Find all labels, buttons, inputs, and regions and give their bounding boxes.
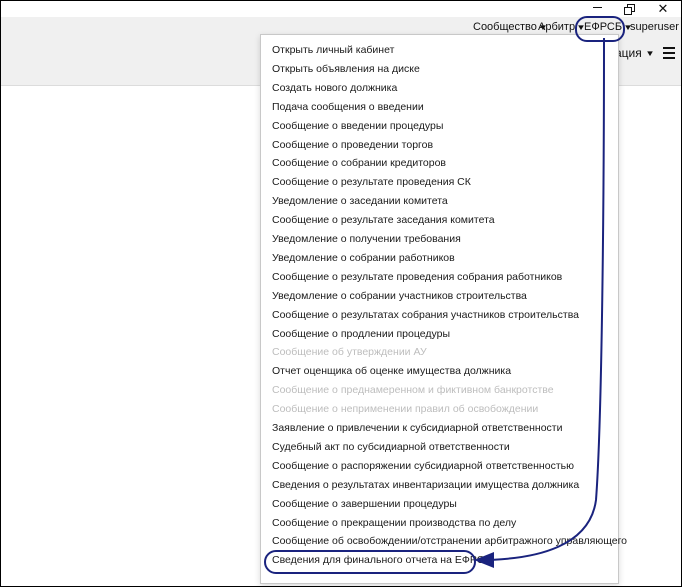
secondary-dropdown-button[interactable]: ация ▼ bbox=[615, 41, 654, 65]
nav-arbiter-dropdown[interactable]: Арбитр ▼ bbox=[538, 21, 586, 33]
hamburger-menu-icon[interactable] bbox=[663, 47, 675, 59]
menu-item[interactable]: Сообщение о результате заседания комитет… bbox=[272, 211, 495, 229]
menu-item[interactable]: Сообщение о собрании кредиторов bbox=[272, 154, 446, 172]
menu-item: Сообщение о преднамеренном и фиктивном б… bbox=[272, 384, 554, 397]
menu-item[interactable]: Сведения для финального отчета на ЕФРСБ bbox=[272, 551, 491, 569]
menu-item[interactable]: Создать нового должника bbox=[272, 79, 397, 97]
close-button[interactable]: ✕ bbox=[649, 1, 677, 17]
menu-item[interactable]: Сообщение об освобождении/отстранении ар… bbox=[272, 532, 627, 550]
menu-item[interactable]: Заявление о привлечении к субсидиарной о… bbox=[272, 419, 562, 437]
minimize-button[interactable] bbox=[583, 1, 611, 17]
minimize-icon bbox=[592, 6, 602, 8]
close-icon: ✕ bbox=[657, 1, 669, 16]
menu-item[interactable]: Сообщение о введении процедуры bbox=[272, 117, 443, 135]
menu-item[interactable]: Уведомление о собрании работников bbox=[272, 249, 455, 267]
nav-efrsb-dropdown[interactable]: ЕФРСБ ▼ bbox=[584, 21, 633, 33]
nav-community-dropdown[interactable]: Сообщество ▼ bbox=[473, 21, 548, 33]
restore-button[interactable] bbox=[615, 1, 643, 17]
menu-item[interactable]: Сообщение о завершении процедуры bbox=[272, 495, 457, 513]
menu-item[interactable]: Уведомление о собрании участников строит… bbox=[272, 287, 527, 305]
menu-item[interactable]: Сообщение о прекращении производства по … bbox=[272, 514, 516, 532]
menu-item[interactable]: Сообщение о распоряжении субсидиарной от… bbox=[272, 457, 574, 475]
nav-efrsb-label: ЕФРСБ bbox=[584, 21, 623, 33]
menu-item[interactable]: Уведомление о заседании комитета bbox=[272, 192, 448, 210]
menu-item[interactable]: Уведомление о получении требования bbox=[272, 230, 461, 248]
menu-item[interactable]: Сведения о результатах инвентаризации им… bbox=[272, 476, 579, 494]
nav-user-dropdown[interactable]: superuser bbox=[630, 21, 679, 33]
menu-item[interactable]: Открыть объявления на диске bbox=[272, 60, 420, 78]
nav-arbiter-label: Арбитр bbox=[538, 21, 576, 33]
efrsb-dropdown-menu: Открыть личный кабинет Открыть объявления… bbox=[260, 34, 627, 584]
chevron-down-icon: ▼ bbox=[644, 48, 655, 58]
nav-user-label: superuser bbox=[630, 21, 679, 33]
menu-item[interactable]: Сообщение о результате проведения СК bbox=[272, 173, 471, 191]
menu-item[interactable]: Сообщение о результате проведения собран… bbox=[272, 268, 562, 286]
restore-icon bbox=[624, 4, 635, 15]
menu-item: Сообщение о неприменении правил об освоб… bbox=[272, 403, 539, 416]
menu-item[interactable]: Судебный акт по субсидиарной ответственн… bbox=[272, 438, 510, 456]
menu-item[interactable]: Отчет оценщика об оценке имущества должн… bbox=[272, 362, 511, 380]
menu-item[interactable]: Подача сообщения о введении bbox=[272, 98, 424, 116]
menu-item[interactable]: Сообщение о результатах собрания участни… bbox=[272, 306, 579, 324]
menu-item[interactable]: Сообщение о продлении процедуры bbox=[272, 325, 450, 343]
nav-community-label: Сообщество bbox=[473, 21, 537, 33]
app-window: ✕ Сообщество ▼ Арбитр ▼ ЕФРСБ ▼ superuse… bbox=[0, 0, 682, 587]
secondary-dropdown-label: ация bbox=[615, 46, 642, 60]
menu-item[interactable]: Сообщение о проведении торгов bbox=[272, 136, 433, 154]
menu-item: Сообщение об утверждении АУ bbox=[272, 346, 427, 359]
menu-item[interactable]: Открыть личный кабинет bbox=[272, 41, 394, 59]
